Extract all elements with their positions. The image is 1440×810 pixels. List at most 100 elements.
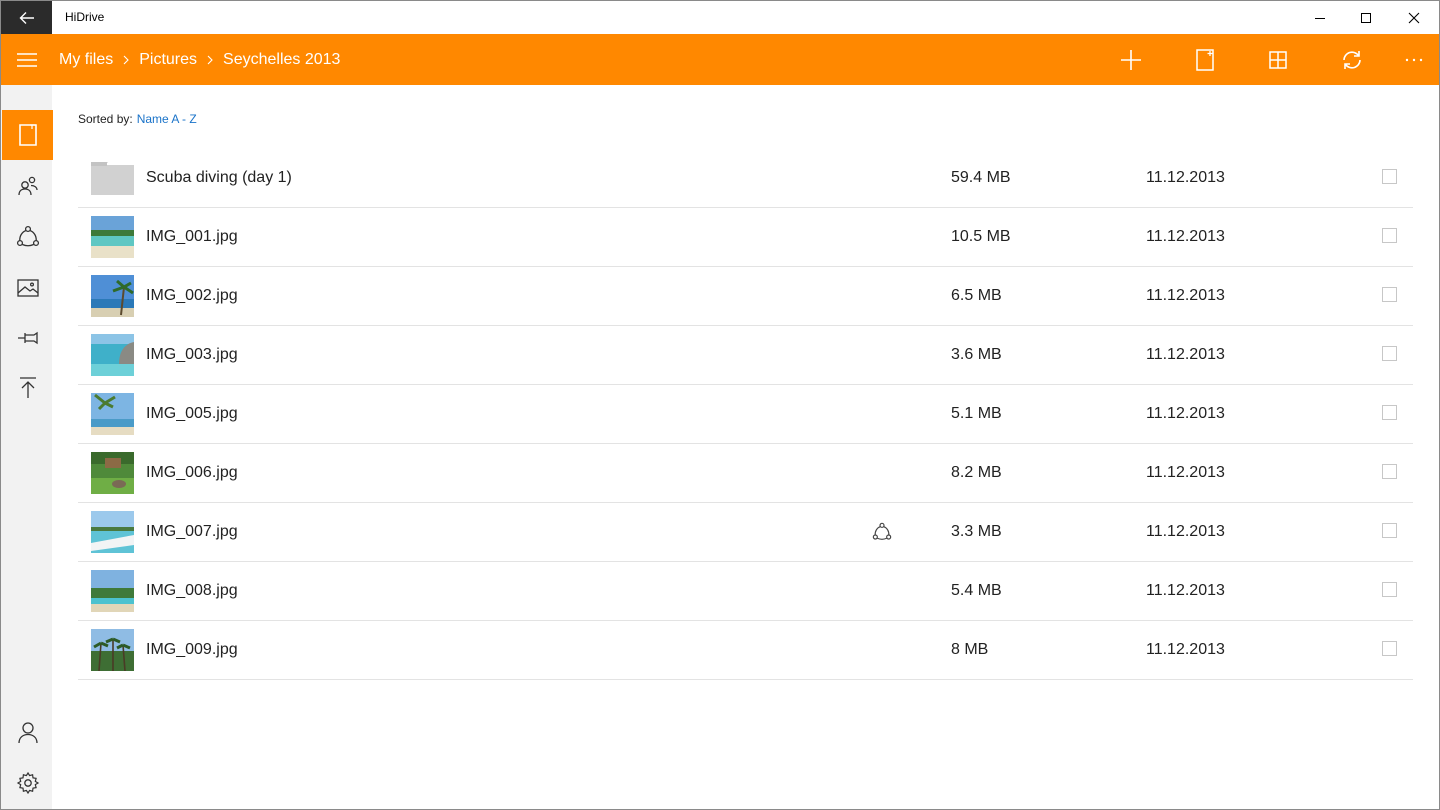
file-date: 11.12.2013: [1146, 169, 1225, 186]
select-checkbox[interactable]: [1382, 346, 1397, 361]
hamburger-icon: [17, 53, 37, 67]
list-item[interactable]: IMG_008.jpg 5.4 MB 11.12.2013: [78, 562, 1413, 621]
file-size: 59.4 MB: [951, 169, 1011, 186]
image-thumbnail: [91, 511, 134, 553]
file-name: IMG_005.jpg: [146, 405, 238, 422]
file-size: 8.2 MB: [951, 464, 1002, 481]
list-item[interactable]: IMG_001.jpg 10.5 MB 11.12.2013: [78, 208, 1413, 267]
file-name: IMG_003.jpg: [146, 346, 238, 363]
select-checkbox[interactable]: [1382, 582, 1397, 597]
sidebar: [1, 85, 53, 809]
new-folder-icon: [1196, 49, 1214, 71]
app-window: HiDrive My files Pictures Seychelles 201…: [0, 0, 1440, 810]
list-item[interactable]: IMG_006.jpg 8.2 MB 11.12.2013: [78, 444, 1413, 503]
breadcrumb-seychelles[interactable]: Seychelles 2013: [223, 51, 340, 69]
chevron-right-icon: [123, 55, 130, 65]
maximize-button[interactable]: [1343, 1, 1389, 34]
more-button[interactable]: [1399, 45, 1429, 75]
image-thumbnail: [91, 570, 134, 612]
grid-view-icon: [1269, 51, 1287, 69]
list-item[interactable]: IMG_005.jpg 5.1 MB 11.12.2013: [78, 385, 1413, 444]
sidebar-item-account[interactable]: [2, 707, 53, 757]
shared-icon: [17, 176, 38, 196]
image-thumbnail: [91, 393, 134, 435]
refresh-icon: [1343, 51, 1361, 69]
sort-value-link[interactable]: Name A - Z: [137, 112, 197, 126]
sidebar-item-pictures[interactable]: [2, 263, 53, 313]
list-item[interactable]: Scuba diving (day 1) 59.4 MB 11.12.2013: [78, 149, 1413, 208]
file-size: 5.1 MB: [951, 405, 1002, 422]
list-item[interactable]: IMG_007.jpg 3.3 MB 11.12.2013: [78, 503, 1413, 562]
select-checkbox[interactable]: [1382, 641, 1397, 656]
file-name: IMG_006.jpg: [146, 464, 238, 481]
file-date: 11.12.2013: [1146, 228, 1225, 245]
sort-indicator: Sorted by: Name A - Z: [78, 112, 197, 126]
file-date: 11.12.2013: [1146, 346, 1225, 363]
chevron-right-icon: [207, 55, 213, 65]
file-name: Scuba diving (day 1): [146, 169, 292, 186]
sidebar-item-upload[interactable]: [2, 363, 53, 413]
minimize-button[interactable]: [1297, 1, 1343, 34]
file-size: 3.6 MB: [951, 346, 1002, 363]
file-size: 8 MB: [951, 641, 989, 658]
close-button[interactable]: [1391, 1, 1437, 34]
image-thumbnail: [91, 629, 134, 671]
sidebar-item-settings[interactable]: [2, 758, 53, 808]
file-name: IMG_002.jpg: [146, 287, 238, 304]
file-date: 11.12.2013: [1146, 641, 1225, 658]
sort-label: Sorted by:: [78, 112, 133, 126]
upload-icon: [19, 377, 36, 398]
file-date: 11.12.2013: [1146, 405, 1225, 422]
minimize-icon: [1315, 17, 1325, 19]
select-checkbox[interactable]: [1382, 464, 1397, 479]
file-name: IMG_008.jpg: [146, 582, 238, 599]
pictures-icon: [16, 279, 39, 297]
sidebar-item-share[interactable]: [2, 212, 53, 262]
breadcrumb-my-files[interactable]: My files: [59, 51, 113, 69]
file-date: 11.12.2013: [1146, 523, 1225, 540]
file-size: 3.3 MB: [951, 523, 1002, 540]
file-list: Scuba diving (day 1) 59.4 MB 11.12.2013 …: [78, 149, 1413, 680]
file-size: 6.5 MB: [951, 287, 1002, 304]
select-checkbox[interactable]: [1382, 523, 1397, 538]
my-files-icon: [18, 124, 37, 146]
image-thumbnail: [91, 452, 134, 494]
shared-status-icon: [872, 522, 892, 542]
sidebar-item-pinned[interactable]: [2, 313, 53, 363]
plus-icon: [1121, 50, 1141, 70]
back-arrow-icon: [19, 11, 34, 24]
close-icon: [1408, 12, 1420, 23]
menu-button[interactable]: [15, 48, 39, 72]
file-name: IMG_009.jpg: [146, 641, 238, 658]
account-icon: [17, 722, 38, 744]
refresh-button[interactable]: [1337, 45, 1367, 75]
sidebar-item-shared[interactable]: [2, 161, 53, 211]
file-size: 10.5 MB: [951, 228, 1011, 245]
list-item[interactable]: IMG_009.jpg 8 MB 11.12.2013: [78, 621, 1413, 680]
file-date: 11.12.2013: [1146, 287, 1225, 304]
title-bar: HiDrive: [1, 1, 1439, 34]
settings-icon: [16, 771, 39, 795]
image-thumbnail: [91, 334, 134, 376]
folder-icon: [91, 157, 134, 199]
new-folder-button[interactable]: [1190, 45, 1220, 75]
image-thumbnail: [91, 216, 134, 258]
list-item[interactable]: IMG_003.jpg 3.6 MB 11.12.2013: [78, 326, 1413, 385]
window-title: HiDrive: [65, 10, 105, 24]
image-thumbnail: [91, 275, 134, 317]
back-button[interactable]: [1, 1, 52, 34]
grid-view-button[interactable]: [1263, 45, 1293, 75]
select-checkbox[interactable]: [1382, 287, 1397, 302]
maximize-icon: [1361, 12, 1371, 23]
select-checkbox[interactable]: [1382, 169, 1397, 184]
file-date: 11.12.2013: [1146, 582, 1225, 599]
select-checkbox[interactable]: [1382, 228, 1397, 243]
file-name: IMG_007.jpg: [146, 523, 238, 540]
file-size: 5.4 MB: [951, 582, 1002, 599]
breadcrumb-pictures[interactable]: Pictures: [139, 51, 197, 69]
add-button[interactable]: [1116, 45, 1146, 75]
breadcrumb: My files Pictures Seychelles 2013: [59, 34, 340, 85]
list-item[interactable]: IMG_002.jpg 6.5 MB 11.12.2013: [78, 267, 1413, 326]
select-checkbox[interactable]: [1382, 405, 1397, 420]
sidebar-item-my-files[interactable]: [2, 110, 53, 160]
